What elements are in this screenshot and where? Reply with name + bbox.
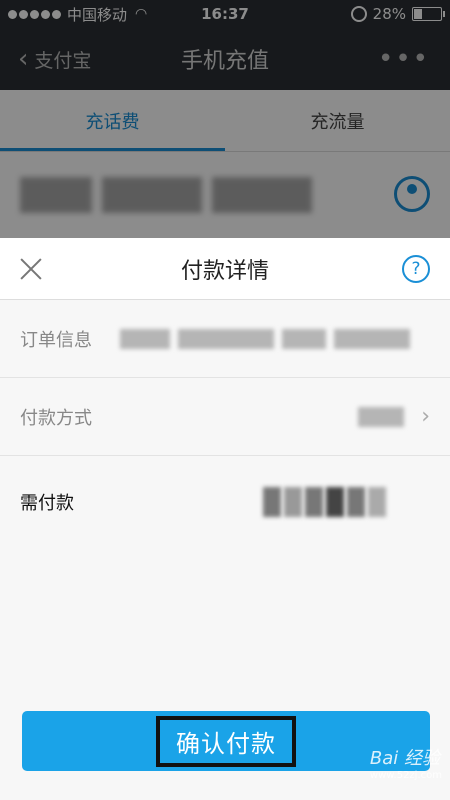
chevron-right-icon: ›: [421, 404, 430, 429]
help-icon[interactable]: ?: [402, 254, 430, 283]
order-info-row: 订单信息: [0, 300, 450, 378]
payment-method-row[interactable]: 付款方式 ›: [0, 378, 450, 456]
sheet-header: 付款详情 ?: [0, 238, 450, 300]
order-info-value-blurred: [120, 328, 410, 349]
amount-due-value-blurred: [263, 487, 386, 517]
payment-method-value-blurred: [358, 406, 404, 427]
sheet-title: 付款详情: [180, 258, 269, 284]
close-icon[interactable]: [20, 258, 42, 280]
highlight-frame: 确认付款: [156, 715, 296, 767]
watermark-logo: Bai 经验 www.52zj.com: [370, 744, 442, 781]
order-info-label: 订单信息: [20, 329, 92, 351]
payment-method-label: 付款方式: [20, 407, 92, 429]
confirm-payment-label: 确认付款: [176, 729, 276, 758]
confirm-payment-button[interactable]: 确认付款: [22, 711, 430, 771]
watermark-url: www.52zj.com: [369, 770, 442, 781]
amount-due-label: 需付款: [20, 493, 74, 514]
amount-due-row: 需付款: [0, 456, 450, 548]
watermark-text: Bai 经验: [369, 748, 441, 769]
